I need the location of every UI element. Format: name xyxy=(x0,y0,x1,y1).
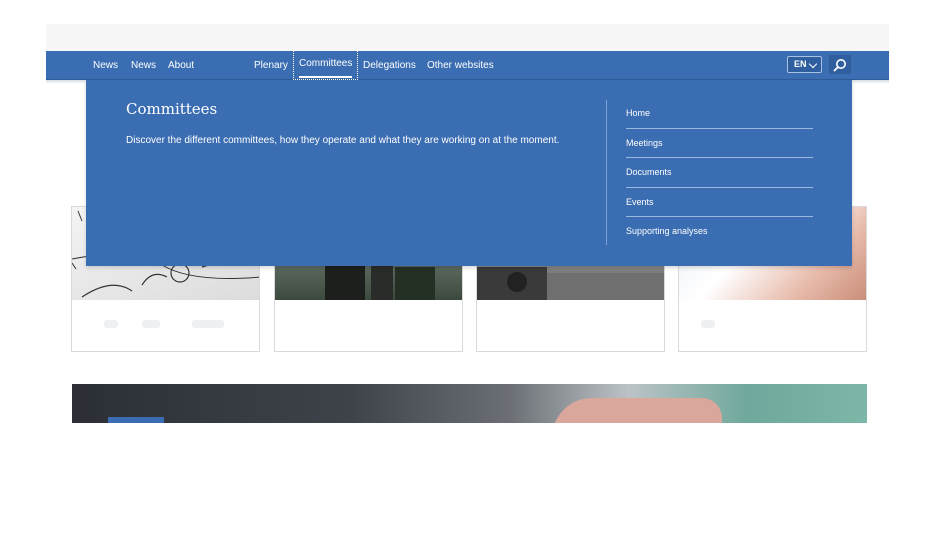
nav-plenary[interactable]: Plenary xyxy=(254,59,288,73)
hero-banner xyxy=(72,384,867,423)
mega-link-meetings[interactable]: Meetings xyxy=(626,129,813,158)
nav-news-1[interactable]: News xyxy=(93,59,118,73)
banner-image-hand xyxy=(552,398,722,423)
search-icon xyxy=(833,59,846,72)
mega-link-home[interactable]: Home xyxy=(626,99,813,129)
mega-menu-description: Discover the different committees, how t… xyxy=(126,135,560,146)
mega-link-documents[interactable]: Documents xyxy=(626,158,813,188)
placeholder-line xyxy=(192,320,224,328)
nav-committees[interactable]: Committees xyxy=(293,50,359,80)
placeholder-line xyxy=(701,320,715,328)
nav-committees-label: Committees xyxy=(299,58,353,69)
language-label: EN xyxy=(794,59,807,69)
mega-menu-title: Committees xyxy=(126,100,218,118)
committees-mega-menu: Committees Discover the different commit… xyxy=(86,80,852,266)
mega-link-events[interactable]: Events xyxy=(626,188,813,217)
mega-link-supporting-analyses[interactable]: Supporting analyses xyxy=(626,217,813,247)
banner-button[interactable] xyxy=(108,417,164,423)
mega-menu-divider xyxy=(606,100,607,245)
nav-about[interactable]: About xyxy=(168,59,194,73)
active-underline xyxy=(299,76,353,78)
top-strip xyxy=(46,24,889,51)
nav-news-2[interactable]: News xyxy=(131,59,156,73)
mega-menu-links: Home Meetings Documents Events Supportin… xyxy=(626,99,813,247)
search-button[interactable] xyxy=(829,55,851,74)
placeholder-line xyxy=(142,320,160,328)
language-selector[interactable]: EN xyxy=(787,56,822,73)
placeholder-line xyxy=(104,320,118,328)
chevron-down-icon xyxy=(808,59,818,69)
nav-other-websites[interactable]: Other websites xyxy=(427,59,494,73)
nav-delegations[interactable]: Delegations xyxy=(363,59,416,73)
page: News News About Plenary Committees Deleg… xyxy=(0,0,942,545)
